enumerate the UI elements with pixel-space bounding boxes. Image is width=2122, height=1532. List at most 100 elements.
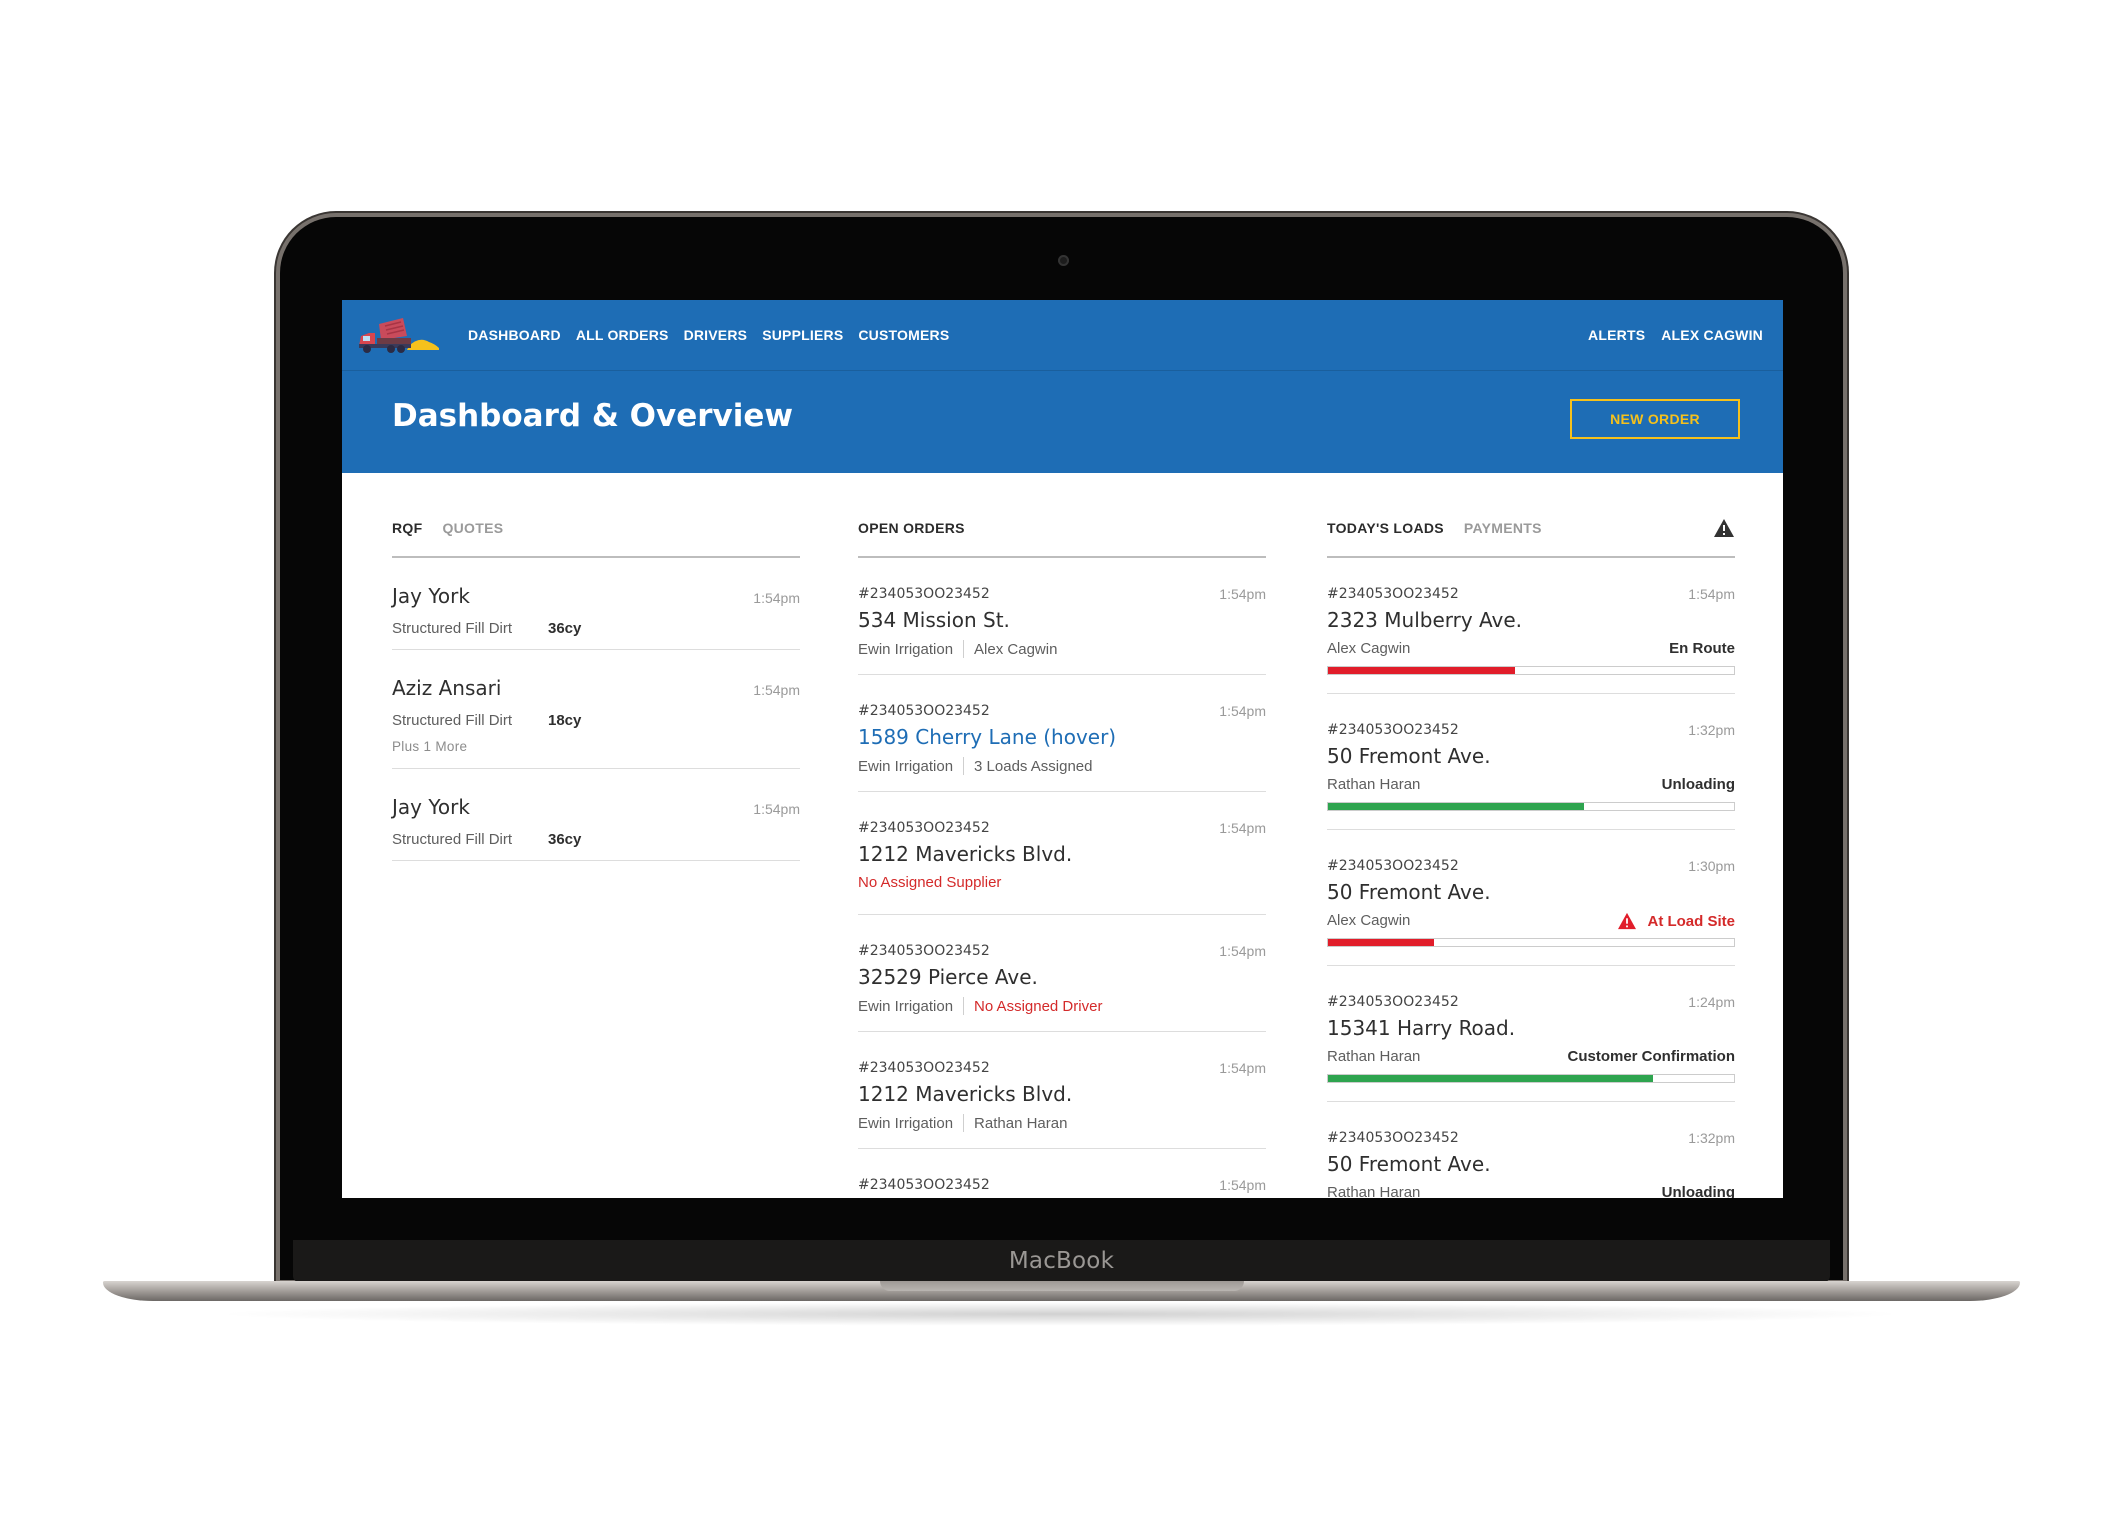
webcam: [1058, 255, 1069, 266]
load-status-label: En Route: [1669, 640, 1735, 657]
nav-customers[interactable]: CUSTOMERS: [858, 327, 949, 343]
order-meta: Ewin Irrigation 3 Loads Assigned: [858, 757, 1092, 775]
rqf-more-link[interactable]: Plus 1 More: [392, 739, 467, 754]
load-item[interactable]: #234053OO23452 1:32pm 50 Fremont Ave. Ratha…: [1327, 694, 1735, 830]
load-status-label: Unloading: [1661, 1184, 1735, 1198]
alert-triangle-icon: [1618, 912, 1637, 930]
load-progress-bar: [1327, 938, 1735, 947]
rqf-time: 1:54pm: [753, 801, 800, 817]
load-order-id: #234053OO23452: [1327, 722, 1459, 738]
tab-todays-loads[interactable]: TODAY'S LOADS: [1327, 518, 1444, 536]
rqf-time: 1:54pm: [753, 590, 800, 606]
order-warning: No Assigned Driver: [974, 997, 1103, 1015]
rqf-quantity: 36cy: [548, 831, 582, 848]
load-time: 1:32pm: [1688, 1130, 1735, 1146]
laptop-shadow: [210, 1302, 1910, 1326]
order-time: 1:54pm: [1219, 943, 1266, 959]
order-item[interactable]: #234053OO23452 1:54pm 534 Mission St. Ew…: [858, 558, 1266, 675]
order-time: 1:54pm: [1219, 1060, 1266, 1076]
rqf-material: Structured Fill Dirt: [392, 712, 513, 729]
rqf-time: 1:54pm: [753, 682, 800, 698]
nav-user-menu[interactable]: ALEX CAGWIN: [1661, 327, 1763, 343]
load-progress-bar: [1327, 1074, 1735, 1083]
rqf-item[interactable]: Jay York 1:54pm Structured Fill Dirt 36c…: [392, 769, 800, 861]
tab-payments[interactable]: PAYMENTS: [1464, 518, 1542, 536]
order-id: #234053OO23452: [858, 1060, 990, 1076]
load-status-label: At Load Site: [1647, 912, 1735, 930]
order-meta: No Assigned Supplier: [858, 874, 1001, 891]
nav-drivers[interactable]: DRIVERS: [684, 327, 748, 343]
order-warning: No Assigned Supplier: [858, 874, 1002, 891]
load-address: 15341 Harry Road.: [1327, 1016, 1516, 1040]
load-status: En Route: [1669, 640, 1735, 657]
laptop-notch: [880, 1281, 1244, 1291]
load-address: 2323 Mulberry Ave.: [1327, 608, 1523, 632]
load-item[interactable]: #234053OO23452 1:30pm 50 Fremont Ave. Alex …: [1327, 830, 1735, 966]
rqf-column: RQF QUOTES Jay York 1:54pm Structured Fi…: [392, 518, 800, 861]
load-time: 1:54pm: [1688, 586, 1735, 602]
nav-suppliers[interactable]: SUPPLIERS: [762, 327, 843, 343]
rqf-quantity: 36cy: [548, 620, 582, 637]
load-progress-bar: [1327, 666, 1735, 675]
tab-open-orders[interactable]: OPEN ORDERS: [858, 518, 965, 536]
load-progress-bar: [1327, 802, 1735, 811]
rqf-item[interactable]: Aziz Ansari 1:54pm Structured Fill Dirt …: [392, 650, 800, 769]
loads-list: #234053OO23452 1:54pm 2323 Mulberry Ave. Al…: [1327, 558, 1735, 1198]
order-item[interactable]: #234053OO23452 1:54pm 1212 Mavericks Blv…: [858, 792, 1266, 915]
order-item[interactable]: #234053OO23452 1:54pm 1589 Cherry Lane (…: [858, 675, 1266, 792]
order-meta: Ewin Irrigation No Assigned Driver: [858, 997, 1102, 1015]
nav-alerts[interactable]: ALERTS: [1588, 327, 1645, 343]
order-detail: Alex Cagwin: [974, 640, 1058, 658]
rqf-customer-name: Jay York: [392, 584, 470, 608]
tab-rqf[interactable]: RQF: [392, 518, 422, 536]
warning-triangle-icon[interactable]: [1713, 518, 1735, 538]
nav-dashboard[interactable]: DASHBOARD: [468, 327, 561, 343]
load-progress-fill: [1328, 1075, 1653, 1082]
load-item[interactable]: #234053OO23452 1:32pm 50 Fremont Ave. Ratha…: [1327, 1102, 1735, 1198]
order-item[interactable]: #234053OO23452 1:54pm 32529 Pierce Ave. …: [858, 915, 1266, 1032]
nav-all-orders[interactable]: ALL ORDERS: [576, 327, 669, 343]
order-address[interactable]: 1589 Cherry Lane (hover): [858, 725, 1116, 749]
main-nav: DASHBOARD ALL ORDERS DRIVERS SUPPLIERS C…: [468, 300, 949, 370]
order-time: 1:54pm: [1219, 1177, 1266, 1193]
dump-truck-logo-icon[interactable]: [357, 316, 439, 356]
order-address: 534 Mission St.: [858, 608, 1010, 632]
load-time: 1:30pm: [1688, 858, 1735, 874]
order-supplier: Ewin Irrigation: [858, 997, 954, 1015]
rqf-customer-name: Jay York: [392, 795, 470, 819]
top-navbar: DASHBOARD ALL ORDERS DRIVERS SUPPLIERS C…: [342, 300, 1783, 371]
order-meta: Ewin Irrigation Alex Cagwin: [858, 640, 1057, 658]
open-orders-tabs: OPEN ORDERS: [858, 518, 1266, 558]
order-time: 1:54pm: [1219, 703, 1266, 719]
load-status: Unloading: [1662, 1184, 1735, 1198]
load-time: 1:32pm: [1688, 722, 1735, 738]
order-supplier: Ewin Irrigation: [858, 757, 954, 775]
new-order-button[interactable]: NEW ORDER: [1570, 399, 1740, 439]
rqf-tabs: RQF QUOTES: [392, 518, 800, 558]
tab-quotes[interactable]: QUOTES: [442, 518, 503, 536]
load-status: Customer Confirmation: [1567, 1048, 1735, 1065]
nav-right: ALERTS ALEX CAGWIN: [1588, 300, 1763, 370]
order-id: #234053OO23452: [858, 1177, 990, 1193]
rqf-item[interactable]: Jay York 1:54pm Structured Fill Dirt 36c…: [392, 558, 800, 650]
laptop-chin: MacBook: [293, 1240, 1830, 1282]
load-item[interactable]: #234053OO23452 1:24pm 15341 Harry Road. Rat…: [1327, 966, 1735, 1102]
order-item[interactable]: #234053OO23452 1:54pm 1212 Mavericks Blv…: [858, 1032, 1266, 1149]
load-status-label: Customer Confirmation: [1567, 1048, 1735, 1065]
load-order-id: #234053OO23452: [1327, 858, 1459, 874]
load-item[interactable]: #234053OO23452 1:54pm 2323 Mulberry Ave. Al…: [1327, 558, 1735, 694]
load-status-label: Unloading: [1661, 776, 1735, 793]
order-supplier: Ewin Irrigation: [858, 640, 954, 658]
load-status: Unloading: [1662, 776, 1735, 793]
order-address: 1212 Mavericks Blvd.: [858, 842, 1073, 866]
load-progress-fill: [1328, 667, 1515, 674]
order-detail: 3 Loads Assigned: [974, 757, 1093, 775]
load-driver: Alex Cagwin: [1327, 640, 1411, 657]
rqf-material: Structured Fill Dirt: [392, 831, 513, 848]
load-progress-fill: [1328, 939, 1434, 946]
page-header: Dashboard & Overview NEW ORDER: [342, 371, 1783, 473]
todays-loads-column: TODAY'S LOADS PAYMENTS #234053OO23452 1:5…: [1327, 518, 1735, 1198]
load-address: 50 Fremont Ave.: [1327, 744, 1491, 768]
load-driver: Rathan Haran: [1327, 1184, 1421, 1198]
order-item[interactable]: #234053OO23452 1:54pm: [858, 1149, 1266, 1198]
